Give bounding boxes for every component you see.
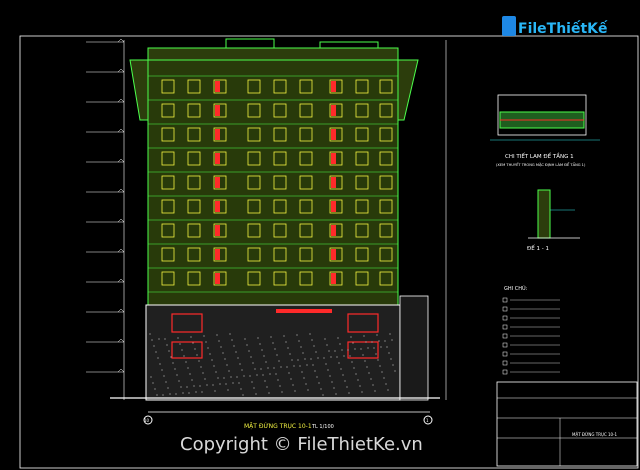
cad-drawing-canvas: MẶT ĐỨNG TRỤC 10-1 TL 1/100 CHI TIẾT LAM…	[19, 35, 639, 469]
titleblock-name: MẶT ĐỨNG TRỤC 10-1	[572, 432, 618, 437]
annex-block	[399, 295, 429, 401]
detail-2-title: ĐẾ 1 - 1	[527, 244, 549, 252]
notes-title: GHI CHÚ:	[504, 285, 528, 292]
filethietke-logo: FileThiếtKế	[502, 16, 608, 37]
notes-legend	[502, 297, 560, 375]
elevation-title: MẶT ĐỨNG TRỤC 10-1	[244, 423, 312, 430]
detail-2	[528, 189, 580, 239]
copyright-watermark: Copyright © FileThietKe.vn	[180, 434, 423, 455]
level-markers	[86, 38, 125, 373]
grid-label-right: 1	[426, 418, 429, 423]
detail-1-subtitle: (XEM THUYẾT TRONG MẶC ĐỊNH LÀM ĐỂ TẦNG 1…	[496, 161, 586, 167]
detail-1	[490, 94, 600, 141]
detail-1-title: CHI TIẾT LAM ĐỂ TẦNG 1	[505, 152, 574, 160]
grid-label-left: 10	[144, 418, 150, 423]
title-block	[496, 381, 638, 467]
elevation-scale: TL 1/100	[311, 424, 334, 430]
svg-text:FileThiếtKế: FileThiếtKế	[518, 20, 608, 37]
ground-floor	[145, 304, 401, 401]
